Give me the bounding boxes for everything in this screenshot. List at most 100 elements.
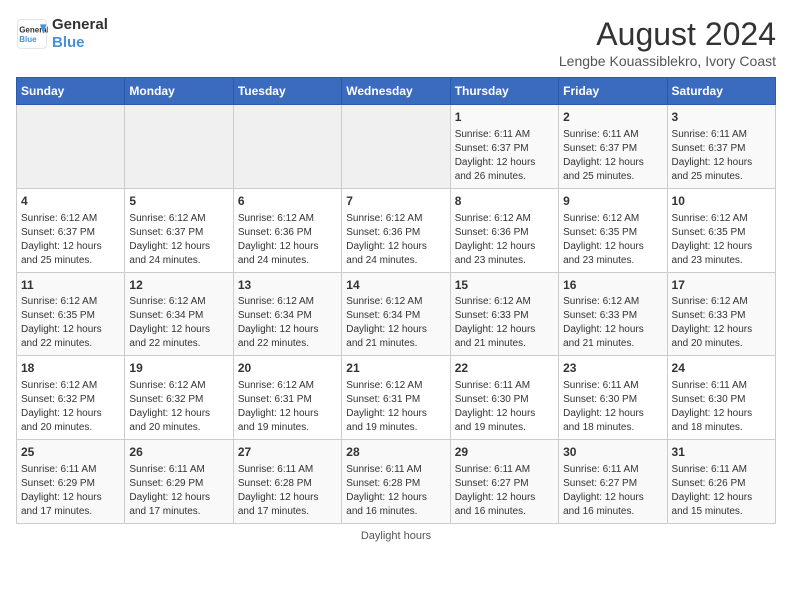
day-info: Sunrise: 6:12 AM Sunset: 6:33 PM Dayligh… (455, 295, 554, 351)
calendar-cell-4-1: 26 Sunrise: 6:11 AM Sunset: 6:29 PM Dayli… (125, 440, 233, 524)
logo-icon: General Blue (16, 18, 48, 50)
calendar-cell-1-2: 6 Sunrise: 6:12 AM Sunset: 6:36 PM Daylig… (233, 188, 341, 272)
day-info: Sunrise: 6:11 AM Sunset: 6:29 PM Dayligh… (129, 463, 228, 519)
calendar-cell-1-6: 10Sunrise: 6:12 AM Sunset: 6:35 PM Dayli… (667, 188, 775, 272)
col-header-saturday: Saturday (667, 78, 775, 105)
calendar-week-1: 4 Sunrise: 6:12 AM Sunset: 6:37 PM Daylig… (17, 188, 776, 272)
calendar-cell-3-0: 18 Sunrise: 6:12 AM Sunset: 6:32 PM Dayli… (17, 356, 125, 440)
day-number: 27 (238, 444, 337, 461)
col-header-sunday: Sunday (17, 78, 125, 105)
day-info: Sunrise: 6:12 AM Sunset: 6:31 PM Dayligh… (346, 379, 445, 435)
calendar-cell-3-1: 19 Sunrise: 6:12 AM Sunset: 6:32 PM Dayli… (125, 356, 233, 440)
calendar-body: 1 Sunrise: 6:11 AM Sunset: 6:37 PM Daylig… (17, 105, 776, 524)
calendar-cell-2-4: 15Sunrise: 6:12 AM Sunset: 6:33 PM Dayli… (450, 272, 558, 356)
col-header-thursday: Thursday (450, 78, 558, 105)
day-number: 23 (563, 360, 662, 377)
day-info: Sunrise: 6:11 AM Sunset: 6:37 PM Dayligh… (563, 128, 662, 184)
day-number: 4 (21, 193, 120, 210)
day-number: 31 (672, 444, 771, 461)
day-number: 6 (238, 193, 337, 210)
day-number: 12 (129, 277, 228, 294)
day-info: Sunrise: 6:11 AM Sunset: 6:30 PM Dayligh… (455, 379, 554, 435)
day-number: 22 (455, 360, 554, 377)
day-info: Sunrise: 6:12 AM Sunset: 6:35 PM Dayligh… (21, 295, 120, 351)
day-info: Sunrise: 6:11 AM Sunset: 6:28 PM Dayligh… (238, 463, 337, 519)
day-info: Sunrise: 6:11 AM Sunset: 6:29 PM Dayligh… (21, 463, 120, 519)
day-number: 9 (563, 193, 662, 210)
daylight-label: Daylight hours (361, 530, 431, 542)
calendar-cell-3-4: 22 Sunrise: 6:11 AM Sunset: 6:30 PM Dayli… (450, 356, 558, 440)
logo-general: General (52, 16, 108, 34)
day-info: Sunrise: 6:12 AM Sunset: 6:36 PM Dayligh… (455, 212, 554, 268)
day-info: Sunrise: 6:12 AM Sunset: 6:33 PM Dayligh… (563, 295, 662, 351)
day-info: Sunrise: 6:12 AM Sunset: 6:36 PM Dayligh… (238, 212, 337, 268)
col-header-monday: Monday (125, 78, 233, 105)
calendar-cell-0-0 (17, 105, 125, 189)
day-number: 3 (672, 109, 771, 126)
calendar-cell-3-6: 24Sunrise: 6:11 AM Sunset: 6:30 PM Dayli… (667, 356, 775, 440)
calendar-cell-2-2: 13Sunrise: 6:12 AM Sunset: 6:34 PM Dayli… (233, 272, 341, 356)
day-info: Sunrise: 6:11 AM Sunset: 6:30 PM Dayligh… (563, 379, 662, 435)
day-info: Sunrise: 6:12 AM Sunset: 6:31 PM Dayligh… (238, 379, 337, 435)
day-info: Sunrise: 6:12 AM Sunset: 6:37 PM Dayligh… (21, 212, 120, 268)
calendar-cell-2-3: 14Sunrise: 6:12 AM Sunset: 6:34 PM Dayli… (342, 272, 450, 356)
calendar-cell-3-3: 21 Sunrise: 6:12 AM Sunset: 6:31 PM Dayli… (342, 356, 450, 440)
day-info: Sunrise: 6:12 AM Sunset: 6:33 PM Dayligh… (672, 295, 771, 351)
day-number: 29 (455, 444, 554, 461)
page-title: August 2024 (559, 16, 776, 53)
day-info: Sunrise: 6:12 AM Sunset: 6:32 PM Dayligh… (129, 379, 228, 435)
day-info: Sunrise: 6:11 AM Sunset: 6:37 PM Dayligh… (672, 128, 771, 184)
calendar-cell-4-5: 30 Sunrise: 6:11 AM Sunset: 6:27 PM Dayli… (559, 440, 667, 524)
day-number: 11 (21, 277, 120, 294)
title-block: August 2024 Lengbe Kouassiblekro, Ivory … (559, 16, 776, 69)
day-number: 26 (129, 444, 228, 461)
day-number: 21 (346, 360, 445, 377)
day-number: 16 (563, 277, 662, 294)
calendar-cell-1-0: 4 Sunrise: 6:12 AM Sunset: 6:37 PM Daylig… (17, 188, 125, 272)
calendar-cell-4-4: 29Sunrise: 6:11 AM Sunset: 6:27 PM Dayli… (450, 440, 558, 524)
day-info: Sunrise: 6:12 AM Sunset: 6:34 PM Dayligh… (238, 295, 337, 351)
day-number: 19 (129, 360, 228, 377)
day-number: 14 (346, 277, 445, 294)
day-number: 7 (346, 193, 445, 210)
day-number: 18 (21, 360, 120, 377)
day-number: 1 (455, 109, 554, 126)
day-info: Sunrise: 6:11 AM Sunset: 6:28 PM Dayligh… (346, 463, 445, 519)
day-number: 20 (238, 360, 337, 377)
day-info: Sunrise: 6:11 AM Sunset: 6:37 PM Dayligh… (455, 128, 554, 184)
day-info: Sunrise: 6:11 AM Sunset: 6:27 PM Dayligh… (563, 463, 662, 519)
calendar-cell-0-4: 1 Sunrise: 6:11 AM Sunset: 6:37 PM Daylig… (450, 105, 558, 189)
header-row: SundayMondayTuesdayWednesdayThursdayFrid… (17, 78, 776, 105)
calendar-cell-3-2: 20 Sunrise: 6:12 AM Sunset: 6:31 PM Dayli… (233, 356, 341, 440)
col-header-wednesday: Wednesday (342, 78, 450, 105)
calendar-cell-1-4: 8Sunrise: 6:12 AM Sunset: 6:36 PM Daylig… (450, 188, 558, 272)
day-info: Sunrise: 6:12 AM Sunset: 6:32 PM Dayligh… (21, 379, 120, 435)
day-number: 30 (563, 444, 662, 461)
calendar-cell-1-3: 7 Sunrise: 6:12 AM Sunset: 6:36 PM Daylig… (342, 188, 450, 272)
calendar-cell-2-5: 16Sunrise: 6:12 AM Sunset: 6:33 PM Dayli… (559, 272, 667, 356)
logo: General Blue General Blue (16, 16, 108, 52)
calendar-cell-2-0: 11Sunrise: 6:12 AM Sunset: 6:35 PM Dayli… (17, 272, 125, 356)
day-info: Sunrise: 6:12 AM Sunset: 6:35 PM Dayligh… (563, 212, 662, 268)
calendar-cell-4-6: 31 Sunrise: 6:11 AM Sunset: 6:26 PM Dayli… (667, 440, 775, 524)
logo-blue: Blue (52, 34, 108, 52)
page-header: General Blue General Blue August 2024 Le… (16, 16, 776, 69)
day-info: Sunrise: 6:11 AM Sunset: 6:30 PM Dayligh… (672, 379, 771, 435)
day-info: Sunrise: 6:12 AM Sunset: 6:36 PM Dayligh… (346, 212, 445, 268)
calendar-cell-4-3: 28 Sunrise: 6:11 AM Sunset: 6:28 PM Dayli… (342, 440, 450, 524)
day-info: Sunrise: 6:12 AM Sunset: 6:35 PM Dayligh… (672, 212, 771, 268)
day-info: Sunrise: 6:11 AM Sunset: 6:26 PM Dayligh… (672, 463, 771, 519)
calendar-cell-0-1 (125, 105, 233, 189)
day-number: 28 (346, 444, 445, 461)
calendar-cell-4-0: 25Sunrise: 6:11 AM Sunset: 6:29 PM Dayli… (17, 440, 125, 524)
svg-text:Blue: Blue (19, 35, 37, 44)
calendar-table: SundayMondayTuesdayWednesdayThursdayFrid… (16, 77, 776, 524)
day-number: 13 (238, 277, 337, 294)
calendar-cell-0-3 (342, 105, 450, 189)
calendar-cell-4-2: 27 Sunrise: 6:11 AM Sunset: 6:28 PM Dayli… (233, 440, 341, 524)
calendar-footer: Daylight hours (16, 530, 776, 542)
day-info: Sunrise: 6:12 AM Sunset: 6:34 PM Dayligh… (346, 295, 445, 351)
calendar-cell-3-5: 23 Sunrise: 6:11 AM Sunset: 6:30 PM Dayli… (559, 356, 667, 440)
calendar-week-2: 11Sunrise: 6:12 AM Sunset: 6:35 PM Dayli… (17, 272, 776, 356)
calendar-cell-0-5: 2Sunrise: 6:11 AM Sunset: 6:37 PM Daylig… (559, 105, 667, 189)
